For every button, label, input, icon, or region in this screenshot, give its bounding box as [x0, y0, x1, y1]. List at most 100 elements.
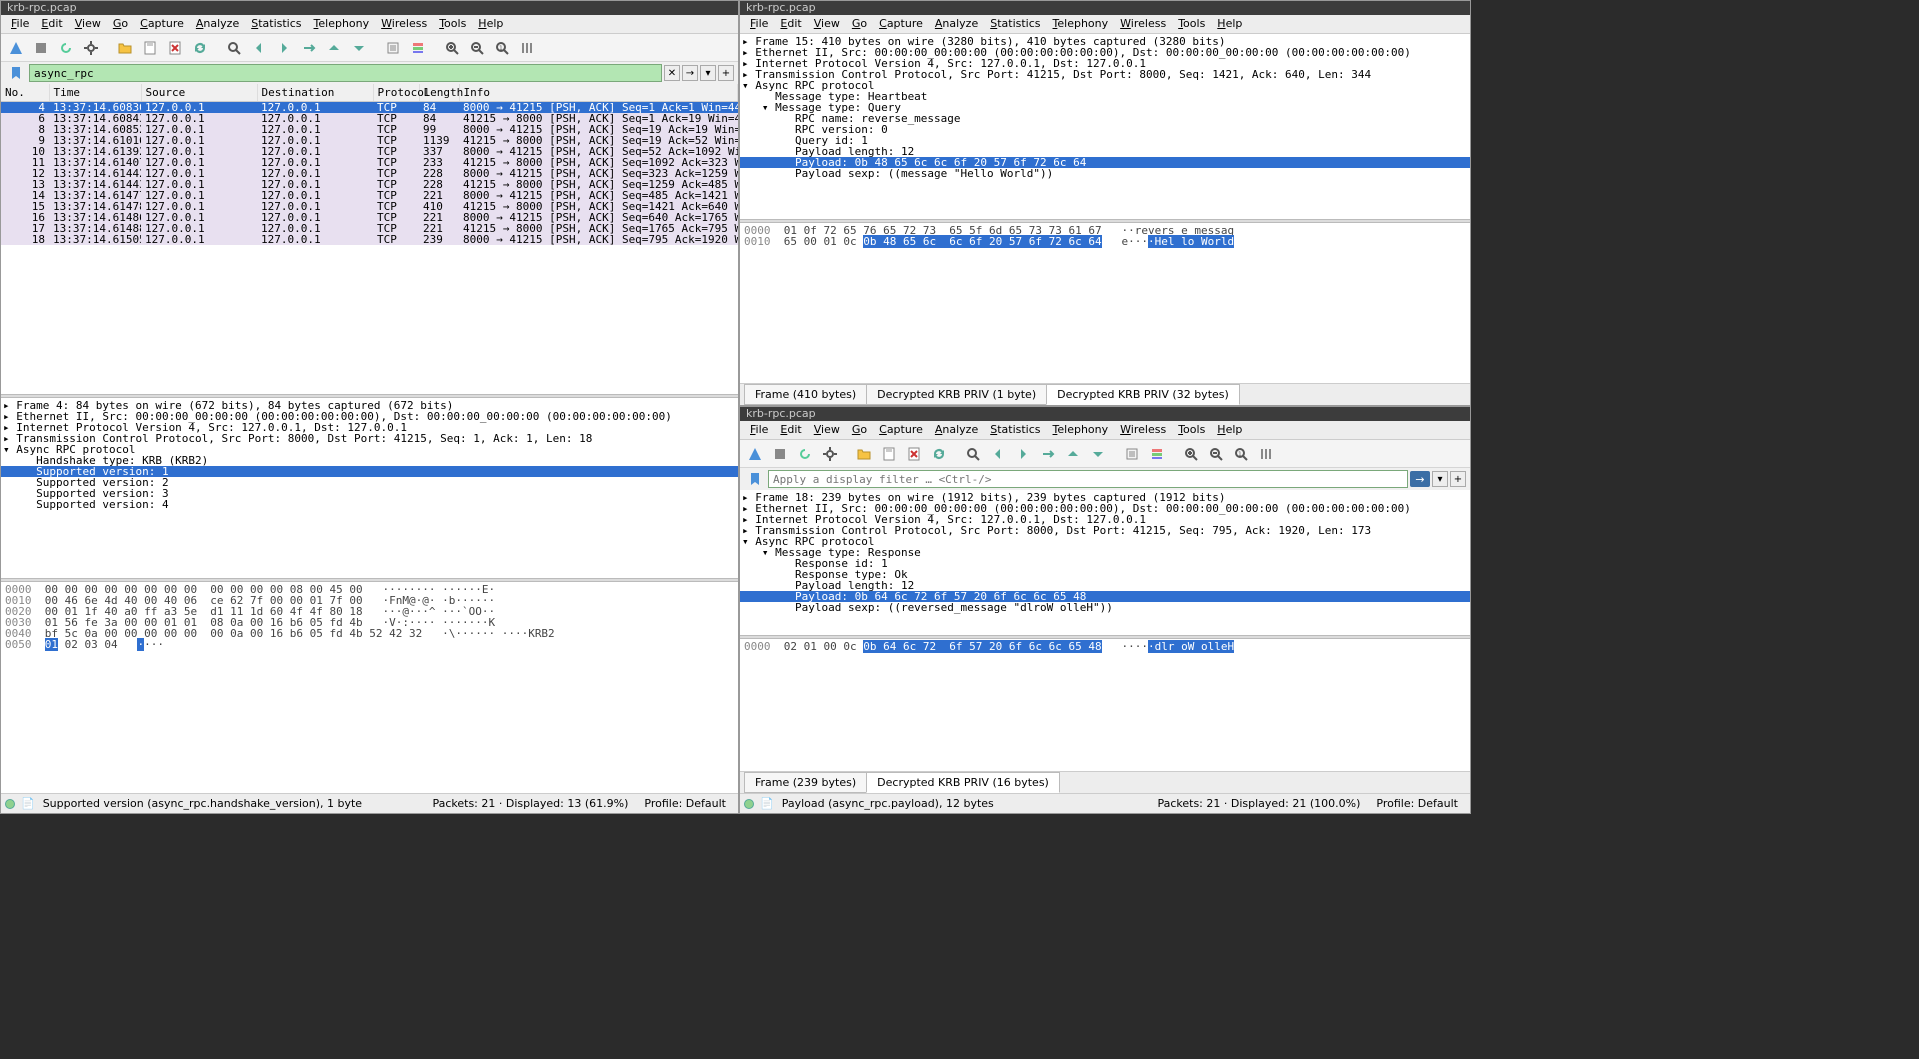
- arrow-right-icon[interactable]: [273, 37, 295, 59]
- stop-icon[interactable]: [769, 443, 791, 465]
- apply-filter-icon[interactable]: →: [1410, 471, 1430, 487]
- menu-statistics[interactable]: Statistics: [245, 15, 307, 32]
- menu-tools[interactable]: Tools: [1172, 15, 1211, 32]
- expert-info-icon[interactable]: [5, 799, 15, 809]
- search-icon[interactable]: [223, 37, 245, 59]
- menu-go[interactable]: Go: [846, 421, 873, 438]
- hex-row[interactable]: 0000 02 01 00 0c 0b 64 6c 72 6f 57 20 6f…: [744, 641, 1466, 652]
- menu-edit[interactable]: Edit: [774, 15, 807, 32]
- packet-row[interactable]: 913:37:14.610167127.0.0.1127.0.0.1TCP113…: [1, 135, 738, 146]
- menu-view[interactable]: View: [808, 421, 846, 438]
- bytes-tab[interactable]: Frame (410 bytes): [744, 384, 867, 405]
- tree-item[interactable]: Payload sexp: ((message "Hello World")): [740, 168, 1470, 179]
- status-profile[interactable]: Profile: Default: [1368, 797, 1466, 810]
- menu-edit[interactable]: Edit: [35, 15, 68, 32]
- menu-wireless[interactable]: Wireless: [1114, 15, 1172, 32]
- packet-bytes[interactable]: 0000 02 01 00 0c 0b 64 6c 72 6f 57 20 6f…: [740, 639, 1470, 771]
- menu-analyze[interactable]: Analyze: [929, 15, 984, 32]
- clear-filter-icon[interactable]: ✕: [664, 65, 680, 81]
- jump-icon[interactable]: [298, 37, 320, 59]
- hex-row[interactable]: 0010 65 00 01 0c 0b 48 65 6c 6c 6f 20 57…: [744, 236, 1466, 247]
- filter-dropdown-icon[interactable]: ▾: [1432, 471, 1448, 487]
- folder-open-icon[interactable]: [853, 443, 875, 465]
- packet-row[interactable]: 1513:37:14.614787127.0.0.1127.0.0.1TCP41…: [1, 201, 738, 212]
- packet-row[interactable]: 1613:37:14.614865127.0.0.1127.0.0.1TCP22…: [1, 212, 738, 223]
- column-header[interactable]: Protocol: [373, 84, 419, 102]
- menu-view[interactable]: View: [808, 15, 846, 32]
- filter-dropdown-icon[interactable]: ▾: [700, 65, 716, 81]
- menu-wireless[interactable]: Wireless: [1114, 421, 1172, 438]
- display-filter-input[interactable]: [768, 470, 1408, 488]
- column-header[interactable]: Time: [49, 84, 141, 102]
- packet-row[interactable]: 1013:37:14.613929127.0.0.1127.0.0.1TCP33…: [1, 146, 738, 157]
- menu-telephony[interactable]: Telephony: [1047, 15, 1115, 32]
- autoscroll-icon[interactable]: [1121, 443, 1143, 465]
- capture-file-icon[interactable]: 📄: [760, 797, 774, 810]
- gear-icon[interactable]: [80, 37, 102, 59]
- menu-wireless[interactable]: Wireless: [375, 15, 433, 32]
- menu-help[interactable]: Help: [1211, 15, 1248, 32]
- refresh-icon[interactable]: [189, 37, 211, 59]
- packet-row[interactable]: 1213:37:14.614422127.0.0.1127.0.0.1TCP22…: [1, 168, 738, 179]
- tree-item[interactable]: Payload sexp: ((reversed_message "dlroW …: [740, 602, 1470, 613]
- column-header[interactable]: Length: [419, 84, 459, 102]
- arrow-down-icon[interactable]: [348, 37, 370, 59]
- column-header[interactable]: Destination: [257, 84, 373, 102]
- menu-statistics[interactable]: Statistics: [984, 15, 1046, 32]
- packet-bytes[interactable]: 0000 01 0f 72 65 76 65 72 73 65 5f 6d 65…: [740, 223, 1470, 383]
- hex-row[interactable]: 0050 01 02 03 04 ····: [5, 639, 734, 650]
- menu-tools[interactable]: Tools: [1172, 421, 1211, 438]
- zoom-reset-icon[interactable]: 1: [1230, 443, 1252, 465]
- menu-capture[interactable]: Capture: [134, 15, 190, 32]
- display-filter-input[interactable]: [29, 64, 662, 82]
- menu-file[interactable]: File: [744, 421, 774, 438]
- arrow-right-icon[interactable]: [1012, 443, 1034, 465]
- stop-icon[interactable]: [30, 37, 52, 59]
- bytes-tab[interactable]: Frame (239 bytes): [744, 772, 867, 793]
- resize-cols-icon[interactable]: [516, 37, 538, 59]
- add-filter-icon[interactable]: +: [1450, 471, 1466, 487]
- gear-icon[interactable]: [819, 443, 841, 465]
- bookmark-icon[interactable]: [5, 62, 27, 84]
- column-header[interactable]: Info: [459, 84, 738, 102]
- menu-edit[interactable]: Edit: [774, 421, 807, 438]
- menu-statistics[interactable]: Statistics: [984, 421, 1046, 438]
- packet-details[interactable]: ▸ Frame 15: 410 bytes on wire (3280 bits…: [740, 34, 1470, 219]
- menu-file[interactable]: File: [5, 15, 35, 32]
- packet-row[interactable]: 413:37:14.608308127.0.0.1127.0.0.1TCP848…: [1, 102, 738, 114]
- status-profile[interactable]: Profile: Default: [636, 797, 734, 810]
- arrow-down-icon[interactable]: [1087, 443, 1109, 465]
- arrow-left-icon[interactable]: [248, 37, 270, 59]
- packet-row[interactable]: 813:37:14.608522127.0.0.1127.0.0.1TCP998…: [1, 124, 738, 135]
- column-header[interactable]: No.: [1, 84, 49, 102]
- colorize-icon[interactable]: [1146, 443, 1168, 465]
- jump-icon[interactable]: [1037, 443, 1059, 465]
- zoom-out-icon[interactable]: [466, 37, 488, 59]
- menu-capture[interactable]: Capture: [873, 421, 929, 438]
- colorize-icon[interactable]: [407, 37, 429, 59]
- bytes-tab[interactable]: Decrypted KRB PRIV (32 bytes): [1046, 384, 1240, 405]
- menu-go[interactable]: Go: [846, 15, 873, 32]
- capture-file-icon[interactable]: 📄: [21, 797, 35, 810]
- packet-details[interactable]: ▸ Frame 4: 84 bytes on wire (672 bits), …: [1, 398, 738, 578]
- bytes-tab[interactable]: Decrypted KRB PRIV (1 byte): [866, 384, 1047, 405]
- menu-capture[interactable]: Capture: [873, 15, 929, 32]
- restart-icon[interactable]: [794, 443, 816, 465]
- menu-tools[interactable]: Tools: [433, 15, 472, 32]
- close-file-icon[interactable]: [164, 37, 186, 59]
- column-header[interactable]: Source: [141, 84, 257, 102]
- packet-details[interactable]: ▸ Frame 18: 239 bytes on wire (1912 bits…: [740, 490, 1470, 635]
- shark-fin-icon[interactable]: [744, 443, 766, 465]
- menu-go[interactable]: Go: [107, 15, 134, 32]
- resize-cols-icon[interactable]: [1255, 443, 1277, 465]
- zoom-in-icon[interactable]: [1180, 443, 1202, 465]
- packet-list[interactable]: No.TimeSourceDestinationProtocolLengthIn…: [1, 84, 738, 394]
- arrow-up-icon[interactable]: [1062, 443, 1084, 465]
- packet-row[interactable]: 1813:37:14.615057127.0.0.1127.0.0.1TCP23…: [1, 234, 738, 245]
- shark-fin-icon[interactable]: [5, 37, 27, 59]
- tree-item[interactable]: Supported version: 4: [1, 499, 738, 510]
- arrow-up-icon[interactable]: [323, 37, 345, 59]
- restart-icon[interactable]: [55, 37, 77, 59]
- zoom-in-icon[interactable]: [441, 37, 463, 59]
- folder-open-icon[interactable]: [114, 37, 136, 59]
